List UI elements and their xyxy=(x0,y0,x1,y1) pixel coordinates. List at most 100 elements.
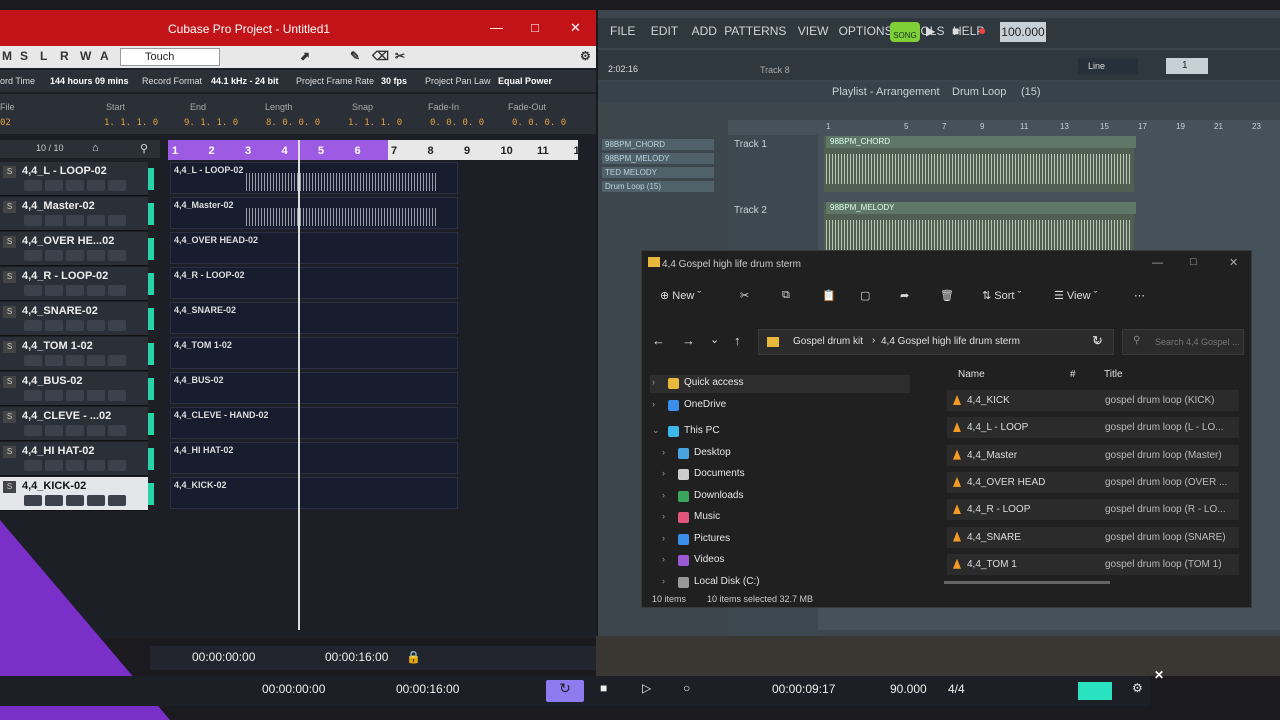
frame-rate-value[interactable]: 30 fps xyxy=(381,76,407,86)
breadcrumb-item[interactable]: Gospel drum kit xyxy=(793,336,863,347)
left-locator-time[interactable]: 00:00:00:00 xyxy=(192,650,255,664)
address-bar[interactable]: Gospel drum kit › 4,4 Gospel high life d… xyxy=(758,329,1114,355)
track-control-button[interactable] xyxy=(24,355,42,366)
play-icon[interactable]: ▷ xyxy=(642,681,651,695)
track-control-button[interactable] xyxy=(45,320,63,331)
position-time-right[interactable]: 00:00:16:00 xyxy=(396,682,459,696)
solo-icon[interactable]: S xyxy=(3,166,16,178)
track-control-button[interactable] xyxy=(45,250,63,261)
cut-icon[interactable]: ✂ xyxy=(740,289,749,302)
settings-gear-icon[interactable]: ⚙ xyxy=(580,49,591,65)
nav-item[interactable]: › Downloads xyxy=(660,488,920,506)
up-icon[interactable]: ↑ xyxy=(734,333,741,348)
mode-w-button[interactable]: W xyxy=(80,49,91,65)
song-mode-button[interactable]: SONG xyxy=(890,22,920,42)
audio-event[interactable]: 4,4_Master-02 xyxy=(170,197,458,229)
track-control-button[interactable] xyxy=(87,425,105,436)
nav-item[interactable]: › Local Disk (C:) xyxy=(660,574,920,592)
track-control-button[interactable] xyxy=(24,285,42,296)
solo-icon[interactable]: S xyxy=(3,236,16,248)
track-control-button[interactable] xyxy=(87,215,105,226)
search-input[interactable]: ⚲ Search 4,4 Gospel ... xyxy=(1122,329,1244,355)
audio-event[interactable]: 4,4_TOM 1-02 xyxy=(170,337,458,369)
track-control-button[interactable] xyxy=(24,320,42,331)
track-control-button[interactable] xyxy=(108,285,126,296)
track-header[interactable]: S 4,4_CLEVE - ...02 xyxy=(0,407,154,441)
menu-item[interactable]: PATTERNS xyxy=(724,24,786,38)
file-row[interactable]: 4,4_KICK gospel drum loop (KICK) xyxy=(947,390,1239,411)
chevron-right-icon[interactable]: › xyxy=(662,511,665,521)
track-control-button[interactable] xyxy=(66,390,84,401)
track-control-button[interactable] xyxy=(45,495,63,506)
track-header[interactable]: S 4,4_BUS-02 xyxy=(0,372,154,406)
track-control-button[interactable] xyxy=(66,250,84,261)
track-control-button[interactable] xyxy=(45,425,63,436)
audio-event[interactable]: 4,4_R - LOOP-02 xyxy=(170,267,458,299)
mode-s-button[interactable]: S xyxy=(20,49,28,65)
chevron-right-icon[interactable]: ⌄ xyxy=(652,425,660,436)
forward-icon[interactable]: → xyxy=(682,333,695,348)
audio-event[interactable]: 4,4_KICK-02 xyxy=(170,477,458,509)
snap-stepper[interactable]: 1 xyxy=(1166,58,1208,74)
solo-icon[interactable]: S xyxy=(3,306,16,318)
nav-item[interactable]: › Videos xyxy=(660,552,920,570)
more-icon[interactable]: ⋯ xyxy=(1134,289,1145,302)
right-locator-time[interactable]: 00:00:16:00 xyxy=(325,650,388,664)
cycle-button[interactable]: ↻ xyxy=(546,680,584,702)
track-control-button[interactable] xyxy=(66,180,84,191)
pattern-item[interactable]: 98BPM_CHORD xyxy=(602,139,714,150)
split-tool-icon[interactable]: ✂ xyxy=(395,49,405,65)
track-control-button[interactable] xyxy=(108,425,126,436)
track-control-button[interactable] xyxy=(87,460,105,471)
audio-event[interactable]: 4,4_CLEVE - HAND-02 xyxy=(170,407,458,439)
track-control-button[interactable] xyxy=(45,285,63,296)
rename-icon[interactable]: ▢ xyxy=(860,289,870,302)
track-control-button[interactable] xyxy=(24,250,42,261)
audio-event[interactable]: 4,4_HI HAT-02 xyxy=(170,442,458,474)
track-header[interactable]: S 4,4_Master-02 xyxy=(0,197,154,231)
track-control-button[interactable] xyxy=(87,355,105,366)
automation-mode-select[interactable]: Touch xyxy=(120,48,220,66)
solo-icon[interactable]: S xyxy=(3,376,16,388)
track-header[interactable]: S 4,4_OVER HE...02 xyxy=(0,232,154,266)
play-icon[interactable]: ▶ xyxy=(926,24,935,38)
track-control-button[interactable] xyxy=(45,180,63,191)
erase-tool-icon[interactable]: ⌫ xyxy=(372,49,389,65)
track-control-button[interactable] xyxy=(108,215,126,226)
fadein-value[interactable]: 0. 0. 0. 0 xyxy=(430,118,484,128)
settings-gear-icon[interactable]: ⚙ xyxy=(1132,681,1143,695)
snap-value[interactable]: 1. 1. 1. 0 xyxy=(348,118,402,128)
pan-law-value[interactable]: Equal Power xyxy=(498,76,552,86)
close-icon[interactable]: ✕ xyxy=(1229,256,1238,269)
length-value[interactable]: 8. 0. 0. 0 xyxy=(266,118,320,128)
stop-icon[interactable]: ■ xyxy=(600,681,607,695)
menu-item[interactable]: ADD xyxy=(692,24,717,38)
menu-item[interactable]: EDIT xyxy=(651,24,678,38)
chevron-right-icon[interactable]: › xyxy=(652,399,655,409)
chevron-right-icon[interactable]: › xyxy=(662,533,665,543)
nav-item[interactable]: › Documents xyxy=(660,466,920,484)
lock-icon[interactable]: 🔒 xyxy=(406,650,421,664)
track-control-button[interactable] xyxy=(108,250,126,261)
mode-l-button[interactable]: L xyxy=(40,49,47,65)
track-control-button[interactable] xyxy=(24,180,42,191)
pattern-item[interactable]: TED MELODY xyxy=(602,167,714,178)
view-button[interactable]: ☰ View ˇ xyxy=(1054,289,1097,302)
track-control-button[interactable] xyxy=(24,495,42,506)
fadeout-value[interactable]: 0. 0. 0. 0 xyxy=(512,118,566,128)
file-row[interactable]: 4,4_R - LOOP gospel drum loop (R - LO... xyxy=(947,499,1239,521)
track-header[interactable]: S 4,4_SNARE-02 xyxy=(0,302,154,336)
audio-clip[interactable]: 98BPM_CHORD xyxy=(824,136,1136,192)
share-icon[interactable]: ➦ xyxy=(900,289,909,302)
maximize-icon[interactable]: □ xyxy=(1190,256,1197,268)
nav-item[interactable]: ⌄ This PC xyxy=(650,423,910,441)
track-control-button[interactable] xyxy=(66,320,84,331)
back-icon[interactable]: ← xyxy=(652,333,665,348)
track-control-button[interactable] xyxy=(108,460,126,471)
solo-icon[interactable]: S xyxy=(3,271,16,283)
track-control-button[interactable] xyxy=(87,250,105,261)
search-icon[interactable]: ⚲ xyxy=(140,142,148,155)
breadcrumb-item[interactable]: 4,4 Gospel high life drum sterm xyxy=(881,336,1020,347)
mode-a-button[interactable]: A xyxy=(100,49,109,65)
horizontal-scrollbar[interactable] xyxy=(944,581,1110,584)
